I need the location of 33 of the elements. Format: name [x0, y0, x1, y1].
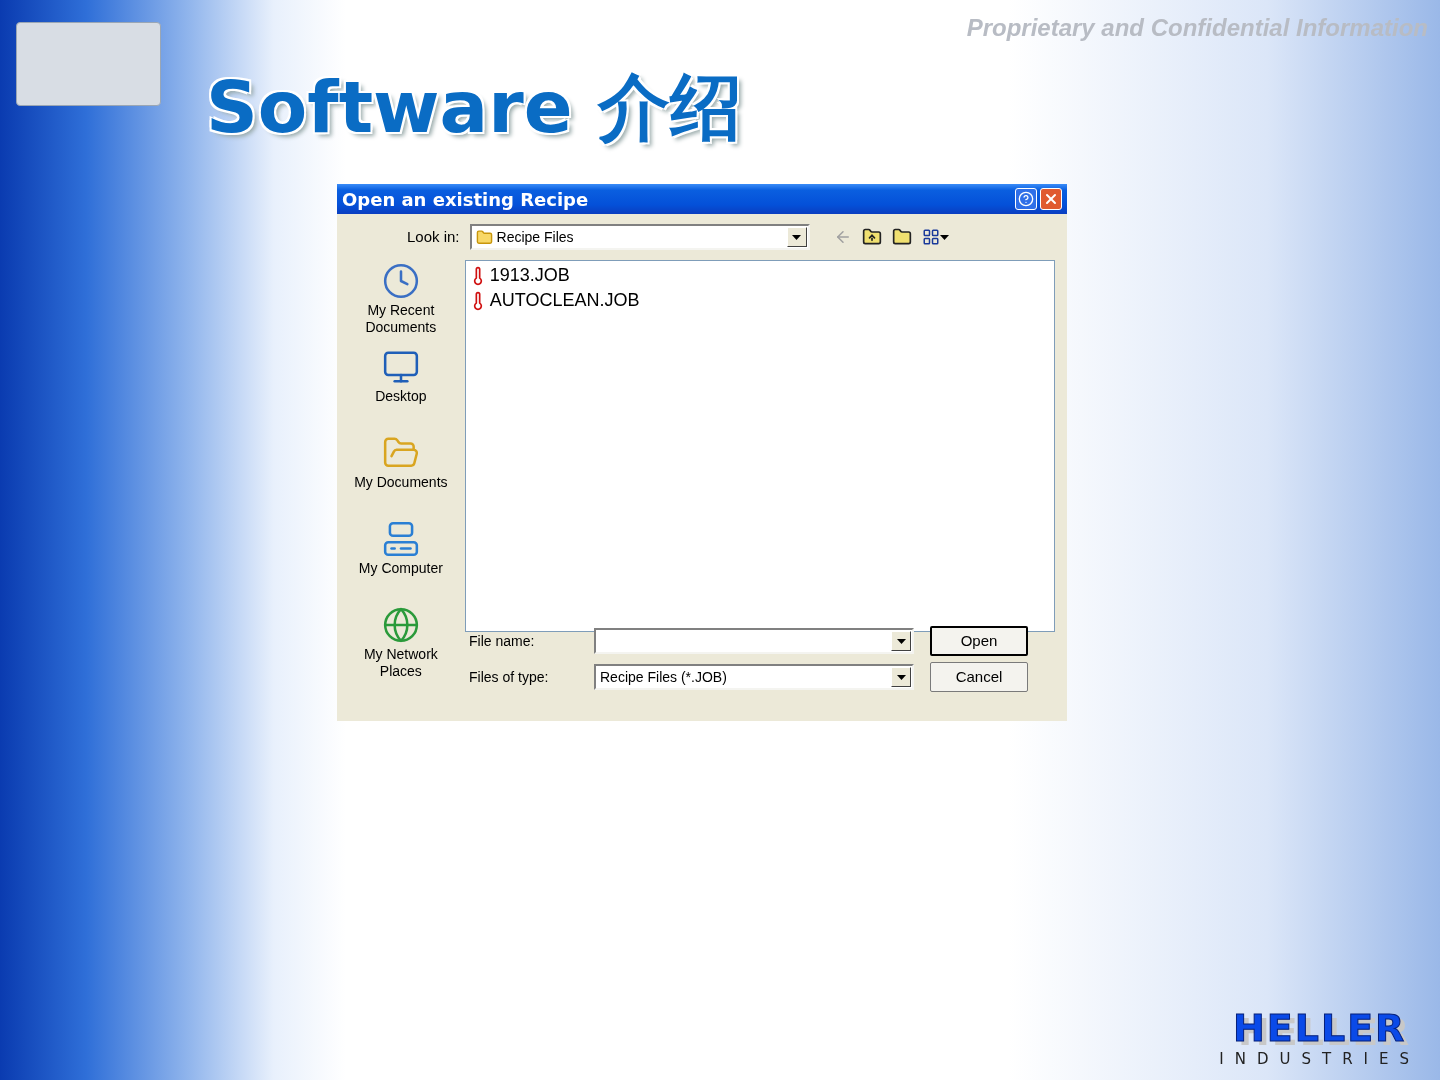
places-item[interactable]: My Computer	[349, 518, 453, 604]
places-item[interactable]: My Recent Documents	[349, 260, 453, 346]
places-item[interactable]: Desktop	[349, 346, 453, 432]
file-name-label: File name:	[469, 631, 536, 651]
clock-icon	[381, 262, 420, 300]
folder-icon	[475, 228, 493, 246]
places-item[interactable]: My Network Places	[349, 604, 453, 690]
combo-value: Recipe Files (*.JOB)	[600, 667, 727, 687]
dialog-button[interactable]: Open	[930, 626, 1028, 656]
combo-value: Recipe Files	[496, 227, 574, 247]
logo-wordmark: HELLER	[1232, 1007, 1407, 1048]
dialog-button[interactable]: Cancel	[930, 662, 1028, 692]
close-button[interactable]	[1040, 188, 1062, 210]
look-in-label: Look in:	[407, 226, 460, 247]
logo-subtitle: INDUSTRIES	[1219, 1048, 1420, 1070]
help-icon	[1018, 191, 1034, 207]
slide-title: Software 介绍	[206, 64, 743, 151]
close-icon	[1043, 191, 1059, 207]
computer-icon	[381, 520, 420, 558]
window-title: Open an existing Recipe	[342, 187, 589, 212]
new-folder-icon[interactable]	[891, 227, 912, 247]
look-in-dropdown[interactable]: Recipe Files	[469, 224, 810, 250]
places-item[interactable]: My Documents	[349, 432, 453, 518]
file-item[interactable]: AUTOCLEAN.JOB	[467, 288, 1054, 313]
file-type-label: Files of type:	[469, 667, 550, 687]
file-name-field[interactable]	[594, 628, 914, 654]
globe-icon	[381, 606, 420, 644]
file-type-dropdown[interactable]: Recipe Files (*.JOB)	[594, 664, 914, 690]
up-folder-icon[interactable]	[861, 227, 882, 247]
file-item[interactable]: 1913.JOB	[467, 263, 1054, 288]
help-button[interactable]	[1015, 188, 1037, 210]
desktop-icon	[381, 348, 420, 386]
view-menu-icon[interactable]	[921, 228, 949, 246]
